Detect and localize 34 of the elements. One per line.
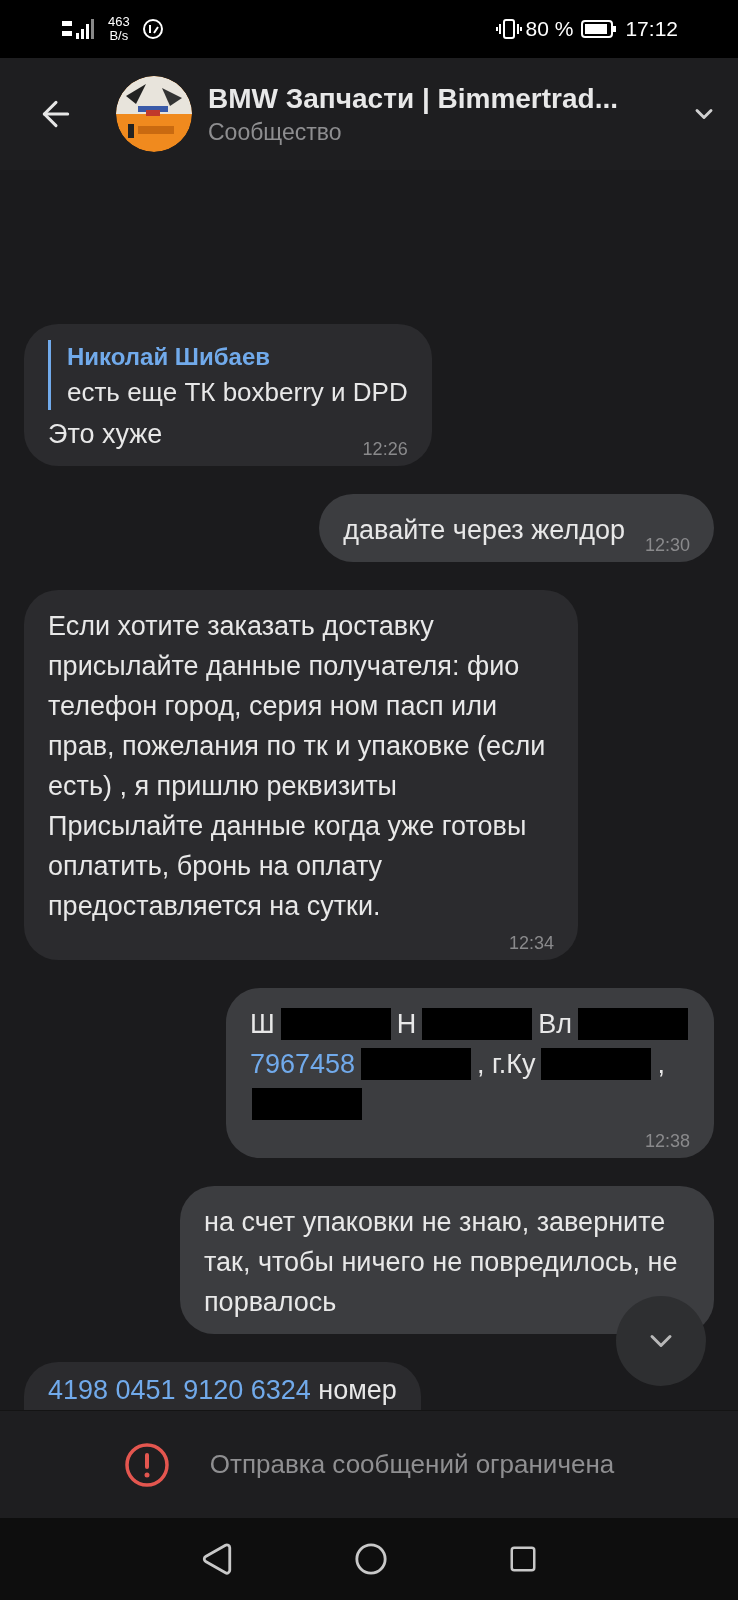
phone-link[interactable]: 4198 0451 9120 6324 bbox=[48, 1370, 311, 1410]
warning-icon bbox=[123, 1441, 170, 1488]
network-speed: 463 bbox=[108, 15, 130, 29]
message-text: Н bbox=[396, 1008, 417, 1041]
vibrate-icon bbox=[495, 18, 522, 40]
message-time: 12:26 bbox=[362, 438, 408, 460]
battery-percent: 80 % bbox=[525, 16, 574, 43]
message-text: , bbox=[657, 1048, 665, 1081]
recents-nav-icon[interactable] bbox=[508, 1544, 538, 1574]
message-text: , г.Ку bbox=[477, 1048, 536, 1081]
reply-quote[interactable]: Николай Шибаев есть еще ТК boxberry и DPD bbox=[48, 340, 408, 410]
back-nav-icon[interactable] bbox=[200, 1542, 234, 1576]
message-text: Ш bbox=[250, 1008, 275, 1041]
message-text: Если хотите заказать доставку присылайте данные получателя: фио телефон город, серия ном пасп или прав, пожелания по тк и упаковке (если есть) , я пришлю реквизиты Присылайте данные когда уже готовы оплатить, бронь на оплату предоставляется на сутки. bbox=[48, 610, 547, 923]
home-nav-icon[interactable] bbox=[354, 1542, 388, 1576]
message-time: 12:38 bbox=[644, 1130, 690, 1152]
reply-text: есть еще ТК boxberry и DPD bbox=[67, 376, 408, 409]
restriction-notice: Отправка сообщений ограничена bbox=[209, 1448, 615, 1481]
signal-icon bbox=[60, 17, 96, 41]
message-text: на счет упаковки не знаю, заверните так, чтобы ничего не повредилось, не порвалось bbox=[204, 1206, 679, 1319]
message-text: давайте через желдор bbox=[343, 514, 625, 547]
reply-author: Николай Шибаев bbox=[67, 342, 271, 372]
message-time: 12:34 bbox=[508, 932, 554, 954]
data-saver-icon bbox=[141, 18, 164, 40]
chat-subtitle: Сообщество bbox=[208, 118, 343, 147]
chat-title: BMW Запчасти | Bimmertrad... bbox=[208, 82, 619, 116]
battery-icon bbox=[581, 19, 618, 39]
message-text: Это хуже bbox=[48, 418, 163, 451]
clock: 17:12 bbox=[625, 16, 678, 43]
speed-unit: B/s bbox=[109, 29, 129, 43]
message-text: номер bbox=[317, 1374, 397, 1407]
message-text: Вл bbox=[538, 1008, 572, 1041]
phone-link[interactable]: 7967458 bbox=[250, 1044, 356, 1084]
message-time: 12:30 bbox=[644, 534, 690, 556]
